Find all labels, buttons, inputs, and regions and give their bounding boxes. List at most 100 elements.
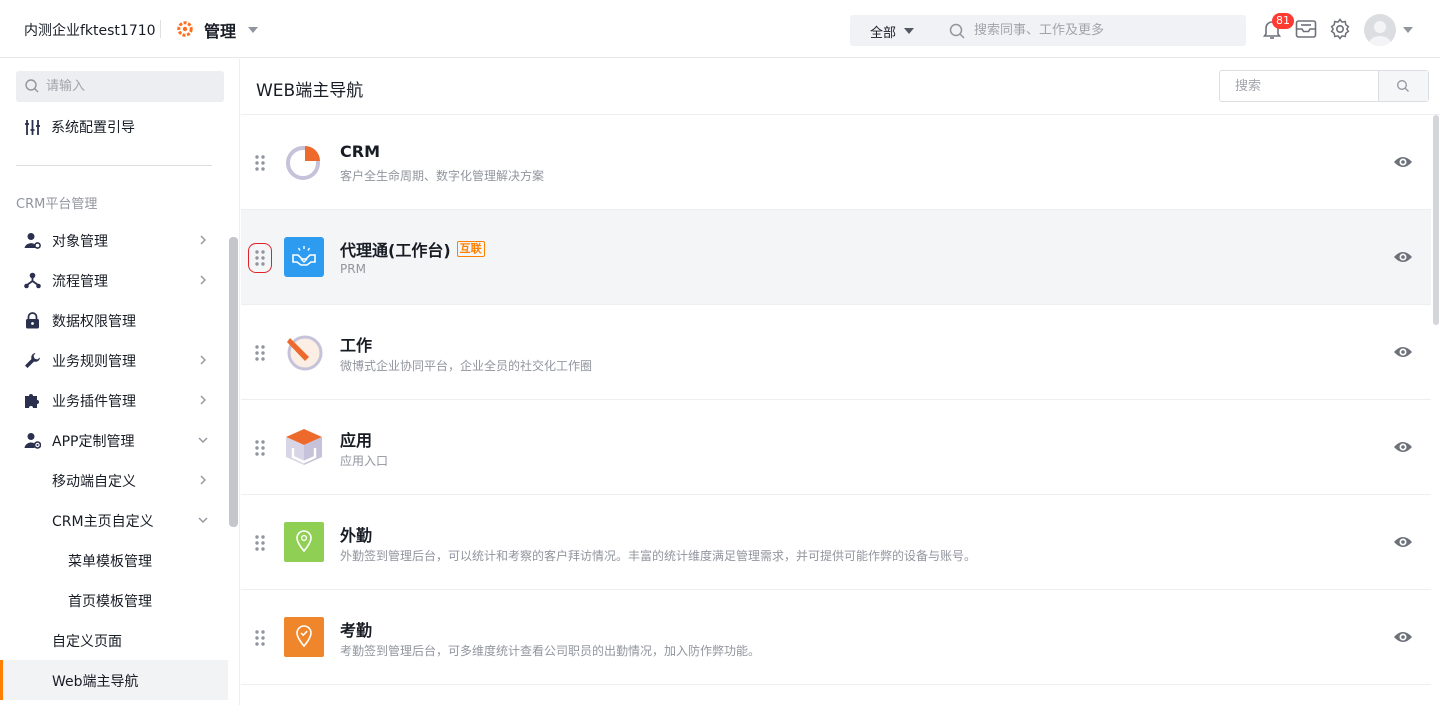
nav-row-apps[interactable]: 应用 应用入口 bbox=[241, 400, 1431, 495]
sidebar-item-label: 首页模板管理 bbox=[68, 594, 152, 610]
drag-handle-icon[interactable] bbox=[248, 243, 272, 273]
avatar-person-icon bbox=[1368, 21, 1392, 46]
sidebar-scrollbar[interactable] bbox=[229, 237, 238, 527]
main-panel: WEB端主导航 CRM 客户全生命周期、数字化管理解决方案 bbox=[241, 59, 1440, 705]
wrench-icon bbox=[25, 353, 40, 368]
sidebar-item-object-management[interactable]: 对象管理 bbox=[0, 220, 228, 260]
crm-pie-icon bbox=[286, 146, 320, 180]
sidebar-item-label: CRM主页自定义 bbox=[52, 514, 154, 530]
search-icon bbox=[1397, 80, 1409, 92]
sidebar-item-label: APP定制管理 bbox=[52, 434, 135, 450]
eye-icon[interactable] bbox=[1393, 154, 1413, 170]
divider bbox=[16, 165, 212, 166]
drag-handle-icon[interactable] bbox=[255, 345, 265, 361]
eye-icon[interactable] bbox=[1393, 344, 1413, 360]
avatar-caret-icon[interactable] bbox=[1403, 27, 1413, 33]
inbox-icon[interactable] bbox=[1294, 17, 1318, 41]
row-subtitle: 考勤签到管理后台，可多维度统计查看公司职员的出勤情况，加入防作弊功能。 bbox=[340, 644, 761, 658]
sidebar-item-label: Web端主导航 bbox=[52, 674, 139, 690]
nav-row-work[interactable]: 工作 微博式企业协同平台，企业全员的社交化工作圈 bbox=[241, 305, 1431, 400]
search-icon bbox=[25, 79, 39, 93]
sidebar-item-custom-page[interactable]: 自定义页面 bbox=[0, 620, 228, 660]
sidebar-item-label: 对象管理 bbox=[52, 234, 108, 250]
settings-gear-icon[interactable] bbox=[1328, 17, 1352, 41]
nav-row-prm[interactable]: 代理通(工作台) 互联 PRM bbox=[241, 210, 1431, 305]
sidebar-item-mobile-custom[interactable]: 移动端自定义 bbox=[0, 460, 228, 500]
chevron-right-icon bbox=[200, 275, 206, 285]
management-gear-icon bbox=[177, 21, 193, 37]
row-title: 代理通(工作台) 互联 bbox=[340, 237, 485, 261]
sliders-icon bbox=[25, 119, 40, 135]
sidebar-item-home-template[interactable]: 首页模板管理 bbox=[0, 580, 228, 620]
eye-icon[interactable] bbox=[1393, 534, 1413, 550]
nav-row-attendance[interactable]: 考勤 考勤签到管理后台，可多维度统计查看公司职员的出勤情况，加入防作弊功能。 bbox=[241, 590, 1431, 685]
nav-row-crm[interactable]: CRM 客户全生命周期、数字化管理解决方案 bbox=[241, 115, 1431, 210]
drag-handle-icon[interactable] bbox=[255, 535, 265, 551]
nav-row-field[interactable]: 外勤 外勤签到管理后台，可以统计和考察的客户拜访情况。丰富的统计维度满足管理需求… bbox=[241, 495, 1431, 590]
sidebar-item-menu-template[interactable]: 菜单模板管理 bbox=[0, 540, 228, 580]
divider bbox=[160, 20, 161, 38]
sidebar-item-flow-management[interactable]: 流程管理 bbox=[0, 260, 228, 300]
sidebar: 系统配置引导 CRM平台管理 对象管理 流程管理 数据权限管理 业务规则管理 bbox=[0, 59, 240, 705]
sidebar-item-app-custom[interactable]: APP定制管理 bbox=[0, 420, 228, 460]
row-subtitle: 应用入口 bbox=[340, 454, 389, 468]
work-pen-icon bbox=[287, 335, 323, 371]
row-subtitle: 微博式企业协同平台，企业全员的社交化工作圈 bbox=[340, 359, 593, 373]
sidebar-search bbox=[16, 71, 224, 102]
sidebar-item-crm-home-custom[interactable]: CRM主页自定义 bbox=[0, 500, 228, 540]
chevron-right-icon bbox=[200, 355, 206, 365]
system-guide-link[interactable]: 系统配置引导 bbox=[24, 117, 135, 137]
sidebar-item-business-plugins[interactable]: 业务插件管理 bbox=[0, 380, 228, 420]
search-icon bbox=[949, 23, 965, 39]
search-button[interactable] bbox=[1378, 71, 1428, 101]
section-switcher[interactable]: 管理 bbox=[204, 18, 236, 42]
main-search-input[interactable] bbox=[1220, 71, 1378, 101]
eye-icon[interactable] bbox=[1393, 249, 1413, 265]
eye-icon[interactable] bbox=[1393, 439, 1413, 455]
chevron-down-icon bbox=[198, 437, 208, 443]
caret-down-icon[interactable] bbox=[904, 28, 914, 34]
row-title-text: 外勤 bbox=[340, 526, 373, 545]
chevron-down-icon[interactable] bbox=[248, 27, 258, 33]
chevron-right-icon bbox=[200, 395, 206, 405]
main-scrollbar[interactable] bbox=[1433, 115, 1439, 325]
row-subtitle: 外勤签到管理后台，可以统计和考察的客户拜访情况。丰富的统计维度满足管理需求，并可… bbox=[340, 549, 977, 563]
row-subtitle: PRM bbox=[340, 262, 366, 276]
sidebar-item-label: 自定义页面 bbox=[52, 634, 122, 650]
lock-icon bbox=[26, 312, 39, 329]
page-title: WEB端主导航 bbox=[256, 81, 364, 101]
sidebar-item-label: 流程管理 bbox=[52, 274, 108, 290]
row-title: 工作 bbox=[340, 332, 372, 356]
system-guide-label: 系统配置引导 bbox=[51, 120, 135, 136]
search-scope-select[interactable]: 全部 bbox=[870, 22, 896, 41]
puzzle-icon bbox=[25, 394, 39, 408]
row-title-text: CRM bbox=[340, 142, 380, 161]
notification-badge: 81 bbox=[1272, 13, 1294, 29]
eye-icon[interactable] bbox=[1393, 629, 1413, 645]
global-search: 全部 bbox=[850, 15, 1246, 46]
sidebar-search-input[interactable] bbox=[46, 71, 216, 102]
sidebar-item-label: 菜单模板管理 bbox=[68, 554, 152, 570]
drag-handle-icon[interactable] bbox=[255, 155, 265, 171]
row-title-text: 工作 bbox=[340, 336, 373, 355]
global-search-input[interactable] bbox=[974, 15, 1234, 46]
chevron-down-icon bbox=[198, 517, 208, 523]
sidebar-item-data-permission[interactable]: 数据权限管理 bbox=[0, 300, 228, 340]
row-title: CRM bbox=[340, 142, 380, 161]
sidebar-item-business-rules[interactable]: 业务规则管理 bbox=[0, 340, 228, 380]
sidebar-item-label: 业务插件管理 bbox=[52, 394, 136, 410]
main-search bbox=[1219, 70, 1429, 102]
drag-handle-icon[interactable] bbox=[255, 440, 265, 456]
chevron-right-icon bbox=[200, 235, 206, 245]
sidebar-item-web-nav[interactable]: Web端主导航 bbox=[0, 660, 228, 700]
chevron-right-icon bbox=[200, 475, 206, 485]
avatar[interactable] bbox=[1364, 14, 1396, 46]
row-title: 考勤 bbox=[340, 617, 372, 641]
apps-box-icon bbox=[286, 429, 322, 465]
sidebar-item-label: 业务规则管理 bbox=[52, 354, 136, 370]
drag-handle-icon[interactable] bbox=[255, 630, 265, 646]
app-custom-icon bbox=[24, 433, 41, 449]
company-name[interactable]: 内测企业fktest1710 bbox=[24, 20, 156, 40]
attendance-check-icon bbox=[284, 617, 324, 657]
top-bar: 内测企业fktest1710 管理 全部 81 bbox=[0, 0, 1440, 58]
